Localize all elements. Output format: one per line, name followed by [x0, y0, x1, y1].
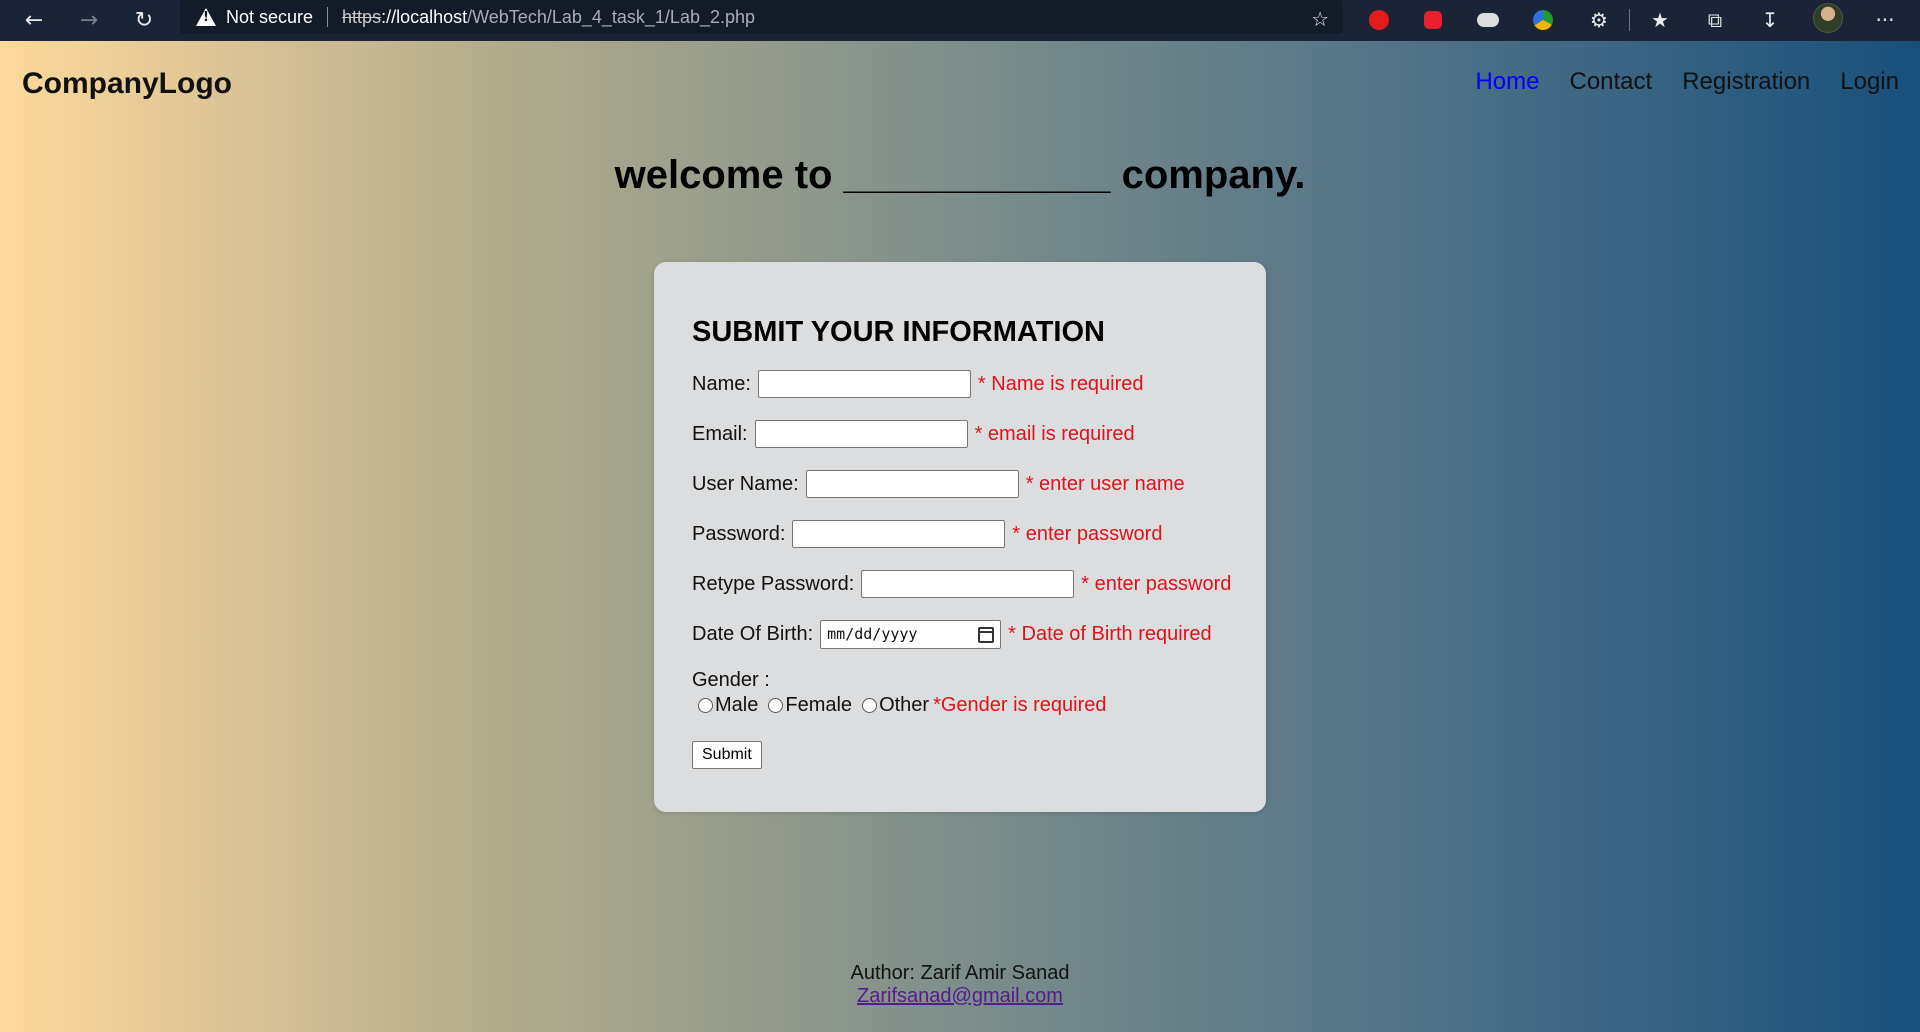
profile-avatar[interactable] [1813, 3, 1843, 33]
author-text: Author: Zarif Amir Sanad [850, 962, 1070, 984]
password-row: Password: * enter password [692, 519, 1266, 549]
form-title: SUBMIT YOUR INFORMATION [692, 316, 1105, 348]
more-menu-icon[interactable]: ··· [1870, 5, 1900, 35]
nav-registration[interactable]: Registration [1682, 68, 1810, 96]
gender-options: Male Female Other *Gender is required [692, 694, 1266, 717]
address-separator [327, 7, 329, 27]
favorites-icon[interactable]: ★ [1645, 5, 1675, 35]
email-error: * email is required [974, 422, 1135, 445]
reload-icon[interactable]: ↻ [128, 4, 160, 36]
password-input[interactable] [792, 520, 1006, 548]
top-navigation: Home Contact Registration Login [1475, 68, 1899, 96]
add-favorite-icon[interactable]: ☆ [1311, 7, 1329, 31]
dob-error: * Date of Birth required [1008, 622, 1212, 645]
url-path: /WebTech/Lab_4_task_1/Lab_2.php [467, 6, 756, 27]
page-viewport: CompanyLogo Home Contact Registration Lo… [0, 41, 1920, 1032]
password-label: Password: [692, 522, 786, 545]
password-error: * enter password [1012, 522, 1163, 545]
male-label[interactable]: Male [715, 694, 758, 717]
globe-extension-icon[interactable] [1528, 5, 1558, 35]
back-icon[interactable]: ← [18, 4, 50, 36]
other-label[interactable]: Other [879, 694, 929, 717]
registration-form-card: SUBMIT YOUR INFORMATION Name: * Name is … [654, 262, 1266, 812]
dob-row: Date Of Birth: mm/dd/yyyy * Date of Birt… [692, 619, 1266, 649]
female-label[interactable]: Female [785, 694, 852, 717]
warning-icon [196, 8, 216, 26]
gender-option-female[interactable]: Female [762, 694, 852, 717]
address-bar[interactable]: Not secure https://localhost/WebTech/Lab… [180, 0, 1343, 34]
gender-option-other[interactable]: Other [856, 694, 929, 717]
collections-icon[interactable]: ⧉ [1700, 5, 1730, 35]
username-row: User Name: * enter user name [692, 469, 1266, 499]
nav-login[interactable]: Login [1840, 68, 1899, 96]
male-radio[interactable] [698, 698, 713, 713]
name-row: Name: * Name is required [692, 369, 1266, 399]
username-input[interactable] [805, 470, 1019, 498]
cloud-extension-icon[interactable] [1473, 5, 1503, 35]
forward-icon[interactable]: → [73, 4, 105, 36]
author-email-link[interactable]: Zarifsanad@gmail.com [857, 985, 1063, 1007]
red-extension-icon[interactable] [1418, 5, 1448, 35]
email-row: Email: * email is required [692, 419, 1266, 449]
extensions-icon[interactable]: ⚙ [1584, 5, 1614, 35]
calendar-icon[interactable] [978, 626, 995, 643]
nav-home[interactable]: Home [1475, 68, 1539, 96]
not-secure-label[interactable]: Not secure [226, 7, 313, 28]
company-logo: CompanyLogo [22, 67, 232, 100]
retype-password-error: * enter password [1081, 572, 1232, 595]
gender-option-male[interactable]: Male [692, 694, 758, 717]
url-host: ://localhost [381, 6, 468, 27]
toolbar-separator [1629, 9, 1630, 31]
url-scheme: https [342, 6, 382, 27]
name-error: * Name is required [977, 372, 1144, 395]
dob-placeholder: mm/dd/yyyy [827, 625, 918, 643]
retype-password-row: Retype Password: * enter password [692, 569, 1266, 599]
welcome-heading: welcome to ____________ company. [614, 153, 1306, 197]
submit-button[interactable]: Submit [692, 741, 762, 769]
dob-input[interactable]: mm/dd/yyyy [820, 619, 1002, 649]
downloads-icon[interactable]: ↧ [1755, 5, 1785, 35]
username-label: User Name: [692, 472, 799, 495]
name-label: Name: [692, 372, 751, 395]
gender-error: *Gender is required [933, 694, 1107, 716]
dob-label: Date Of Birth: [692, 622, 814, 645]
adblock-extension-icon[interactable] [1364, 5, 1394, 35]
nav-contact[interactable]: Contact [1569, 68, 1652, 96]
retype-password-label: Retype Password: [692, 572, 855, 595]
gender-label: Gender : [692, 669, 770, 691]
email-input[interactable] [754, 420, 968, 448]
other-radio[interactable] [862, 698, 878, 713]
page-footer: Author: Zarif Amir Sanad Zarifsanad@gmai… [0, 962, 1920, 1008]
name-input[interactable] [757, 370, 971, 398]
username-error: * enter user name [1025, 472, 1185, 495]
email-label: Email: [692, 422, 748, 445]
female-radio[interactable] [768, 698, 784, 713]
retype-password-input[interactable] [861, 570, 1075, 598]
browser-toolbar: ← → ↻ Not secure https://localhost/WebTe… [0, 0, 1920, 41]
